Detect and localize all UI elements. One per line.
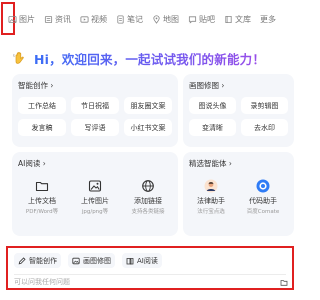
agents-card: 精选智能体 › 法律助手 法行宝点选 代码助手 百度Comate xyxy=(183,152,294,236)
tile-label: 上传文档 xyxy=(28,197,56,205)
pen-icon xyxy=(18,256,26,264)
greeting-text: Hi，欢迎回来，一起试试我们的新能力！ xyxy=(34,49,265,68)
nav-label: 视频 xyxy=(91,15,107,24)
chip-work-summary[interactable]: 工作总结 xyxy=(18,97,66,114)
library-icon xyxy=(224,15,233,24)
top-nav: 图片 资讯 视频 笔记 地图 贴吧 文库 更多 xyxy=(0,0,300,40)
folder-icon xyxy=(35,179,49,193)
chip-holiday-greeting[interactable]: 节日祝福 xyxy=(71,97,119,114)
tile-label: 添加链接 xyxy=(134,197,162,205)
picture-icon xyxy=(88,179,102,193)
tile-subtitle: 百度Comate xyxy=(246,209,280,215)
nav-label: 图片 xyxy=(19,15,35,24)
greeting: Hi，欢迎回来，一起试试我们的新能力！ xyxy=(12,48,265,68)
tile-subtitle: jpg/png等 xyxy=(81,209,109,215)
nav-item-tieba[interactable]: 贴吧 xyxy=(188,14,215,25)
tool-ai-reading-button[interactable]: AI阅读 xyxy=(122,253,162,268)
nav-item-library[interactable]: 文库 xyxy=(224,14,251,25)
note-icon xyxy=(116,15,125,24)
tile-label: 法律助手 xyxy=(197,197,225,205)
tool-image-edit-button[interactable]: 画图修图 xyxy=(68,253,115,268)
chip-sharpen[interactable]: 变清晰 xyxy=(189,119,236,136)
globe-icon xyxy=(141,179,155,193)
nav-label: 笔记 xyxy=(127,15,143,24)
legal-assistant-icon xyxy=(204,179,218,193)
chip-remove-watermark[interactable]: 去水印 xyxy=(241,119,288,136)
nav-item-more[interactable]: 更多 xyxy=(260,14,276,25)
nav-item-video[interactable]: 视频 xyxy=(80,14,107,25)
tieba-icon xyxy=(188,15,197,24)
video-icon xyxy=(80,15,89,24)
tile-label: 上传图片 xyxy=(81,197,109,205)
attach-icon[interactable] xyxy=(280,278,288,286)
card-title[interactable]: 智能创作 › xyxy=(18,80,53,91)
chip-moments-copy[interactable]: 朋友圈文案 xyxy=(124,97,172,114)
nav-label: 贴吧 xyxy=(199,15,215,24)
tile-subtitle: 支持各类链接 xyxy=(131,209,165,215)
ai-reading-card: AI阅读 › 上传文档 PDF/Word等 上传图片 jpg/png等 添加链接… xyxy=(12,152,178,236)
nav-items: 图片 资讯 视频 笔记 地图 贴吧 文库 更多 xyxy=(8,14,285,25)
tile-label: 代码助手 xyxy=(249,197,277,205)
image-icon xyxy=(8,15,17,24)
legal-assistant-tile[interactable]: 法律助手 法行宝点选 xyxy=(189,176,233,220)
chip-xiaohongshu-copy[interactable]: 小红书文案 xyxy=(124,119,172,136)
waving-hand-icon xyxy=(13,52,24,64)
code-assistant-icon xyxy=(256,179,270,193)
smart-create-card: 智能创作 › 工作总结 节日祝福 朋友圈文案 发言稿 写评语 小红书文案 xyxy=(12,74,178,147)
image-edit-icon xyxy=(72,257,80,264)
chip-speech[interactable]: 发言稿 xyxy=(18,119,66,136)
news-icon xyxy=(44,15,53,24)
nav-item-map[interactable]: 地图 xyxy=(152,14,179,25)
chip-clip-image[interactable]: 录剪辑图 xyxy=(241,97,288,114)
tool-smart-create-button[interactable]: 智能创作 xyxy=(14,253,61,268)
upload-document-tile[interactable]: 上传文档 PDF/Word等 xyxy=(20,176,64,220)
nav-item-notes[interactable]: 笔记 xyxy=(116,14,143,25)
chip-avatar[interactable]: 图说头像 xyxy=(189,97,236,114)
card-title[interactable]: 画图修图 › xyxy=(189,80,224,91)
nav-label: 文库 xyxy=(235,15,251,24)
nav-label: 更多 xyxy=(260,15,276,24)
card-title[interactable]: AI阅读 › xyxy=(18,158,46,169)
map-icon xyxy=(152,15,161,24)
image-edit-card: 画图修图 › 图说头像 录剪辑图 变清晰 去水印 xyxy=(183,74,294,147)
tool-label: 智能创作 xyxy=(29,256,57,265)
tool-label: 画图修图 xyxy=(83,256,111,265)
tile-subtitle: 法行宝点选 xyxy=(197,209,225,215)
upload-image-tile[interactable]: 上传图片 jpg/png等 xyxy=(73,176,117,220)
tile-subtitle: PDF/Word等 xyxy=(25,209,59,215)
reading-icon xyxy=(126,257,134,264)
code-assistant-tile[interactable]: 代码助手 百度Comate xyxy=(241,176,285,220)
nav-label: 地图 xyxy=(163,15,179,24)
chat-input-area: 智能创作 画图修图 AI阅读 xyxy=(6,246,294,290)
chip-comment[interactable]: 写评语 xyxy=(71,119,119,136)
card-title[interactable]: 精选智能体 › xyxy=(189,158,232,169)
nav-item-news[interactable]: 资讯 xyxy=(44,14,71,25)
tool-label: AI阅读 xyxy=(137,256,158,265)
nav-label: 资讯 xyxy=(55,15,71,24)
divider xyxy=(14,274,286,275)
add-link-tile[interactable]: 添加链接 支持各类链接 xyxy=(126,176,170,220)
ask-input[interactable] xyxy=(14,277,264,287)
nav-item-images[interactable]: 图片 xyxy=(8,14,35,25)
